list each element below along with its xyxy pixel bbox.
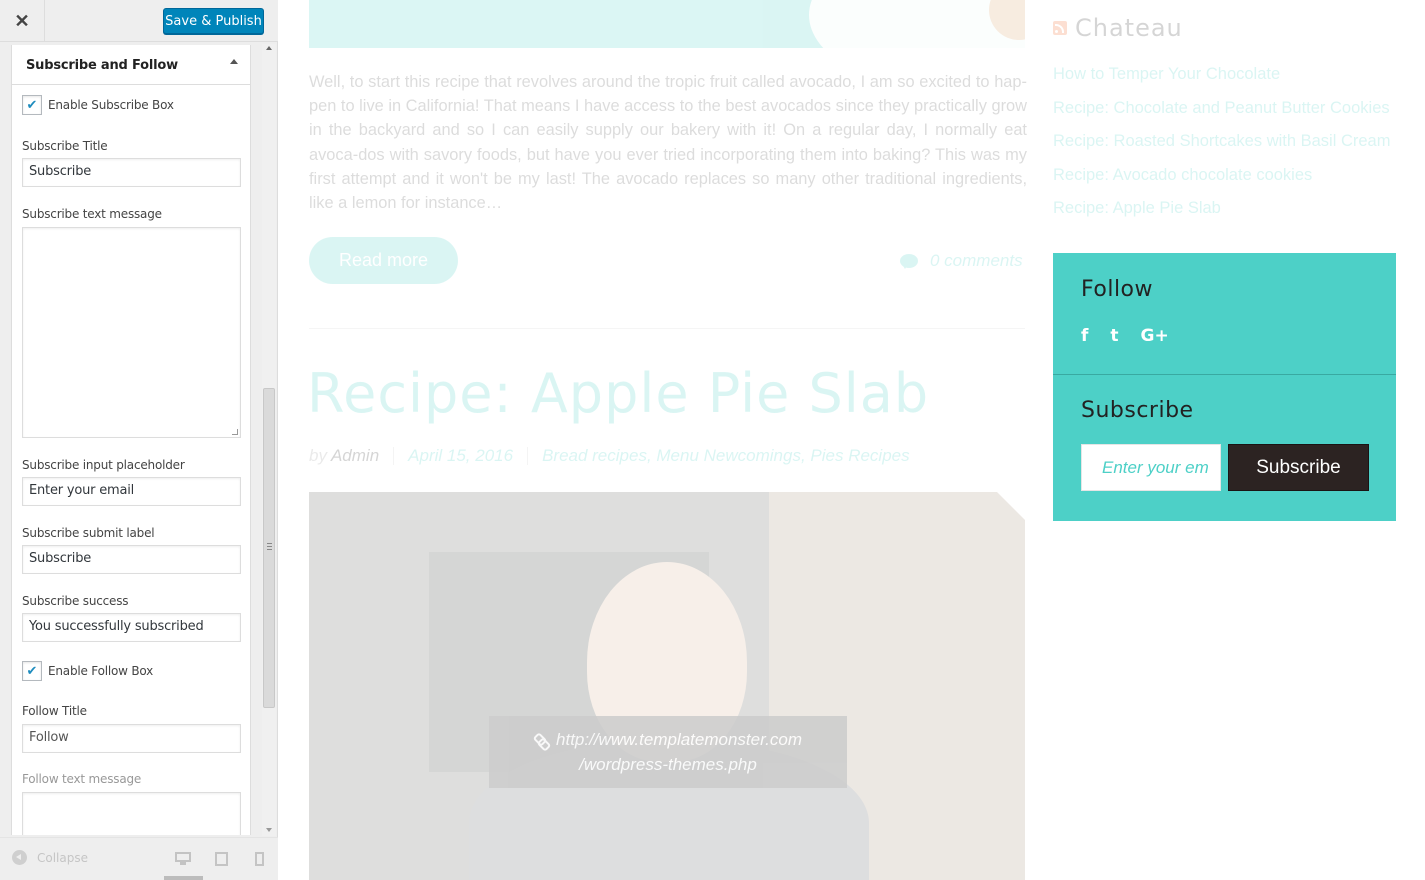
- post-divider: [309, 328, 1025, 329]
- scroll-up-icon[interactable]: [266, 46, 272, 50]
- previous-post-image: [309, 0, 1025, 48]
- grip-icon: [267, 543, 272, 550]
- resize-grip-icon[interactable]: [232, 429, 238, 435]
- twitter-icon[interactable]: t: [1110, 326, 1118, 346]
- subscribe-success-label: Subscribe success: [22, 594, 129, 608]
- rss-icon[interactable]: [1053, 21, 1067, 35]
- subscribe-placeholder-input[interactable]: Enter your email: [22, 477, 241, 506]
- checkmark-icon: ✔: [26, 97, 38, 112]
- facebook-icon[interactable]: f: [1081, 326, 1088, 346]
- collapse-label: Collapse: [37, 850, 88, 865]
- meta-by: by: [309, 446, 327, 465]
- close-icon: ✕: [14, 10, 30, 31]
- subscribe-text-textarea[interactable]: [22, 227, 241, 438]
- link-url-line2: /wordpress-themes.php: [579, 755, 757, 774]
- collapse-arrow-icon[interactable]: [230, 59, 238, 64]
- enable-follow-label: Enable Follow Box: [48, 664, 154, 678]
- follow-title: Follow: [1081, 277, 1154, 302]
- social-links: f t G+: [1081, 326, 1191, 346]
- subscribe-submit-input[interactable]: Subscribe: [22, 545, 241, 574]
- subscribe-title: Subscribe: [1081, 398, 1194, 423]
- subscribe-follow-widget: Follow f t G+ Subscribe Enter your em Su…: [1053, 253, 1396, 521]
- section-title: Subscribe and Follow: [26, 58, 178, 73]
- section-header[interactable]: Subscribe and Follow: [12, 45, 250, 85]
- post-meta: by Admin April 15, 2016 Bread recipes, M…: [309, 446, 910, 466]
- link-url-line1: http://www.templatemonster.com: [556, 730, 802, 749]
- rss-item[interactable]: Recipe: Avocado chocolate cookies: [1053, 159, 1390, 193]
- comment-icon: [900, 254, 918, 269]
- google-plus-icon[interactable]: G+: [1141, 326, 1169, 346]
- tablet-icon[interactable]: [214, 852, 230, 866]
- subscribe-placeholder-label: Subscribe input placeholder: [22, 458, 185, 472]
- email-input[interactable]: Enter your em: [1081, 444, 1221, 491]
- subscribe-text-label: Subscribe text message: [22, 207, 162, 221]
- enable-follow-checkbox[interactable]: ✔: [22, 661, 42, 681]
- follow-title-label: Follow Title: [22, 704, 87, 718]
- follow-title-input[interactable]: Follow: [22, 724, 241, 753]
- rss-widget-title: Chateau: [1053, 14, 1183, 42]
- comments-count: 0 comments: [930, 251, 1023, 270]
- customizer-header: ✕ Save & Publish: [0, 0, 278, 42]
- device-active-indicator: [164, 876, 203, 880]
- subscribe-submit-label: Subscribe submit label: [22, 526, 155, 540]
- meta-categories[interactable]: Bread recipes, Menu Newcomings, Pies Rec…: [542, 446, 910, 466]
- enable-subscribe-row: ✔ Enable Subscribe Box: [22, 94, 174, 116]
- checkmark-icon: ✔: [26, 663, 38, 678]
- follow-text-textarea[interactable]: [22, 792, 241, 835]
- follow-text-label: Follow text message: [22, 772, 142, 786]
- post-featured-image: [309, 492, 1025, 880]
- panel-scrollbar[interactable]: [262, 44, 276, 836]
- collapse-icon: [12, 850, 27, 865]
- customizer-panel: ✕ Save & Publish Subscribe and Follow ✔ …: [0, 0, 278, 880]
- close-button[interactable]: ✕: [0, 0, 45, 42]
- subscribe-title-label: Subscribe Title: [22, 139, 108, 153]
- subscribe-success-input[interactable]: You successfully subscribed: [22, 613, 241, 642]
- mobile-icon[interactable]: [255, 852, 271, 866]
- scroll-down-icon[interactable]: [266, 828, 272, 832]
- save-publish-button[interactable]: Save & Publish: [163, 8, 264, 34]
- enable-follow-row: ✔ Enable Follow Box: [22, 660, 153, 682]
- meta-date[interactable]: April 15, 2016: [408, 446, 513, 466]
- rss-title-label[interactable]: Chateau: [1075, 14, 1183, 42]
- post-title[interactable]: Recipe: Apple Pie Slab: [307, 362, 929, 425]
- rss-item[interactable]: Recipe: Chocolate and Peanut Butter Cook…: [1053, 92, 1390, 126]
- rss-list: How to Temper Your Chocolate Recipe: Cho…: [1053, 58, 1390, 226]
- enable-subscribe-checkbox[interactable]: ✔: [22, 95, 42, 115]
- scroll-thumb[interactable]: [263, 388, 275, 708]
- link-icon: [534, 733, 548, 747]
- enable-subscribe-label: Enable Subscribe Box: [48, 98, 174, 112]
- post-excerpt: Well, to start this recipe that revolves…: [309, 73, 1027, 213]
- post-link-box[interactable]: http://www.templatemonster.com /wordpres…: [489, 716, 847, 788]
- collapse-button[interactable]: Collapse: [12, 850, 88, 865]
- widget-divider: [1053, 374, 1396, 375]
- site-preview: Well, to start this recipe that revolves…: [279, 0, 1425, 880]
- rss-item[interactable]: Recipe: Apple Pie Slab: [1053, 192, 1390, 226]
- comments-link[interactable]: 0 comments: [900, 251, 1023, 271]
- rss-item[interactable]: How to Temper Your Chocolate: [1053, 58, 1390, 92]
- read-more-button[interactable]: Read more: [309, 237, 458, 284]
- customizer-footer: Collapse: [0, 837, 278, 880]
- section-panel: Subscribe and Follow ✔ Enable Subscribe …: [11, 45, 251, 835]
- desktop-icon[interactable]: [175, 852, 191, 866]
- subscribe-button[interactable]: Subscribe: [1228, 444, 1369, 491]
- rss-item[interactable]: Recipe: Roasted Shortcakes with Basil Cr…: [1053, 125, 1390, 159]
- subscribe-title-input[interactable]: Subscribe: [22, 158, 241, 187]
- meta-author[interactable]: Admin: [331, 446, 379, 466]
